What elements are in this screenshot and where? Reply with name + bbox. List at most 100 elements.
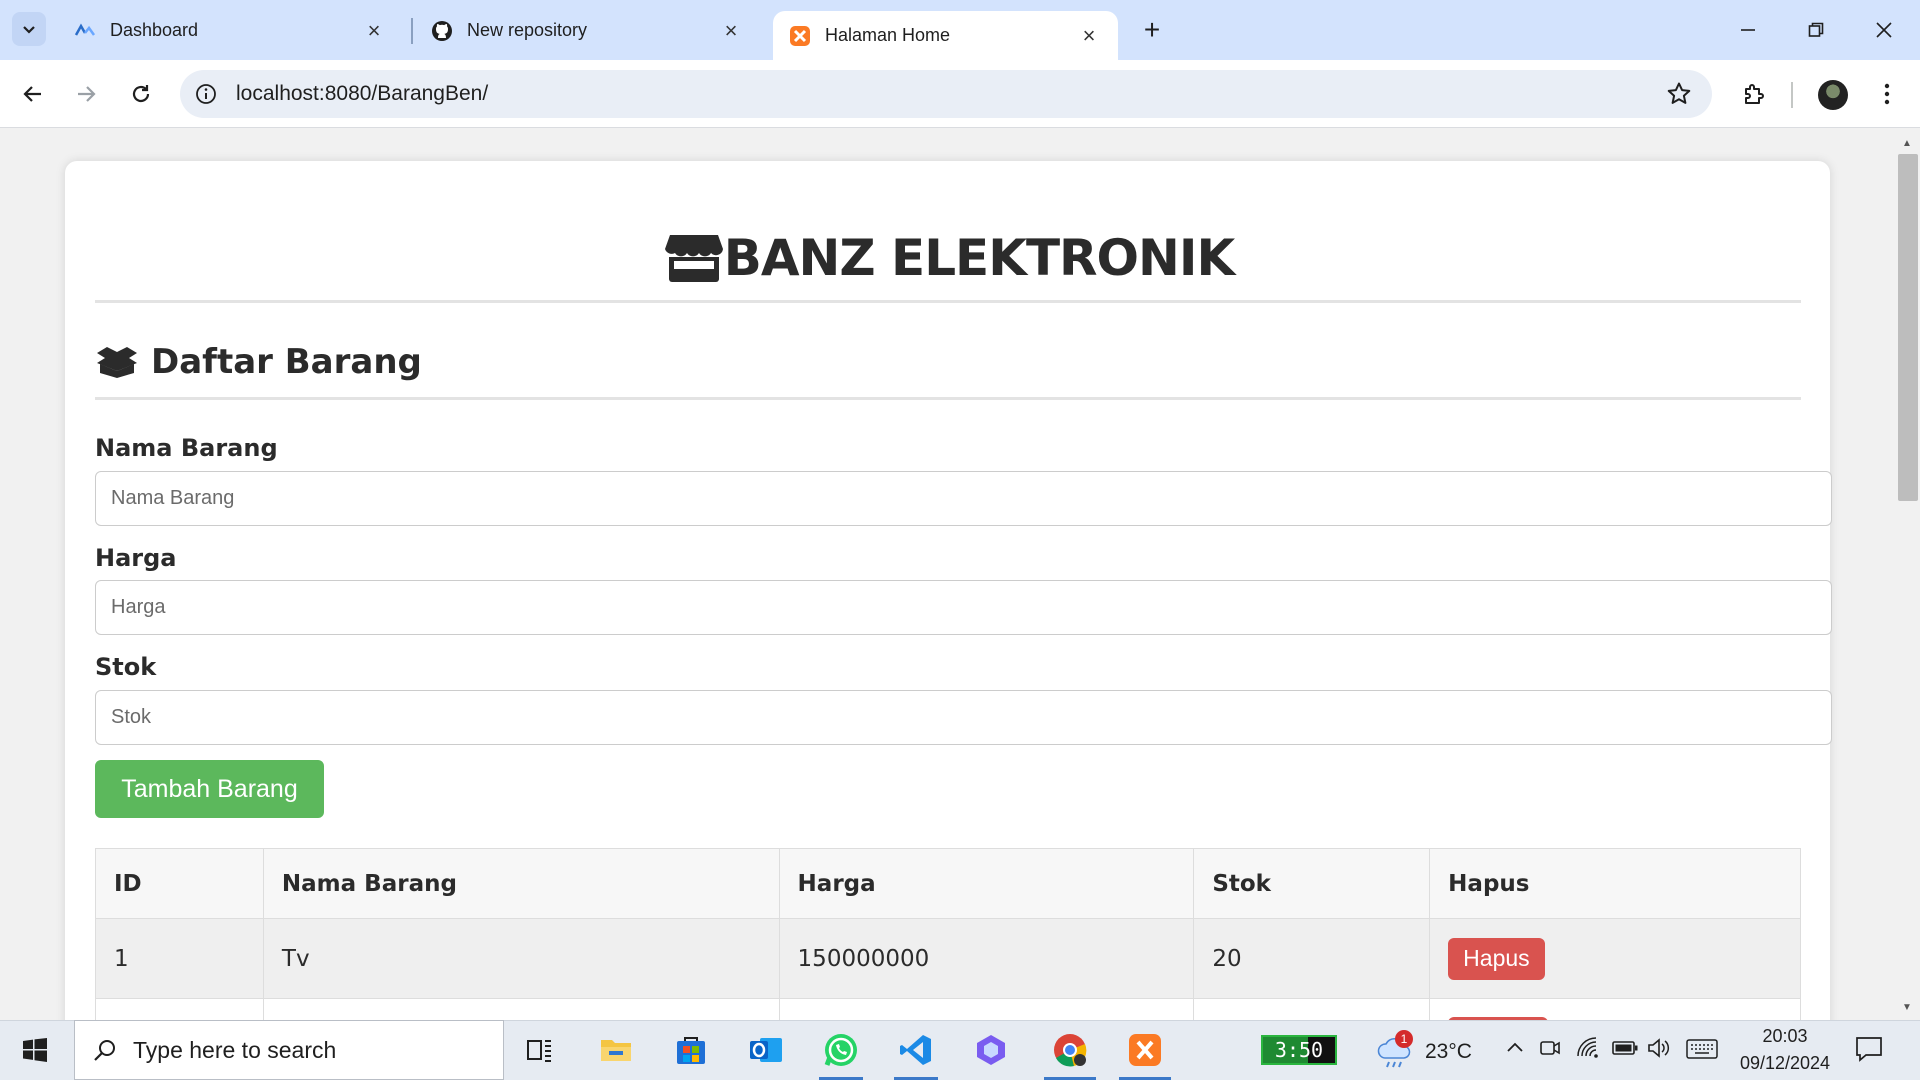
chrome-button[interactable] xyxy=(1036,1020,1104,1080)
copilot-icon xyxy=(977,1035,1005,1065)
reload-icon xyxy=(132,85,150,103)
table-header-row: ID Nama Barang Harga Stok Hapus xyxy=(95,848,1801,919)
delete-button[interactable]: Hapus xyxy=(1448,937,1545,980)
tab-search-button[interactable] xyxy=(12,12,46,46)
puzzle-icon xyxy=(1745,84,1764,104)
section-title: Daftar Barang xyxy=(151,342,422,382)
reload-button[interactable] xyxy=(121,74,161,114)
url-text[interactable]: localhost:8080/BarangBen/ xyxy=(236,82,488,106)
page-title: BANZ ELEKTRONIK xyxy=(723,229,1236,287)
close-tab-icon[interactable]: × xyxy=(361,18,387,44)
scrollbar-thumb[interactable] xyxy=(1898,154,1918,501)
folder-icon xyxy=(601,1040,631,1061)
cell-name: Tv xyxy=(262,918,780,999)
weather-badge: 1 xyxy=(1395,1030,1413,1048)
column-header-delete: Hapus xyxy=(1429,848,1801,919)
close-tab-icon[interactable]: × xyxy=(718,18,744,44)
microsoft-store-icon xyxy=(677,1037,705,1064)
dashboard-favicon xyxy=(74,20,96,42)
task-view-button[interactable] xyxy=(510,1020,570,1080)
copilot-button[interactable] xyxy=(961,1020,1021,1080)
cell-price: 150000000 xyxy=(778,918,1195,999)
meet-now-icon[interactable] xyxy=(1538,1036,1562,1065)
bookmark-star-icon[interactable] xyxy=(1666,81,1692,107)
xampp-icon xyxy=(1129,1034,1161,1066)
file-explorer-button[interactable] xyxy=(586,1020,646,1080)
tab-title: New repository xyxy=(467,20,588,40)
timer-text: 3:50 xyxy=(1274,1038,1324,1062)
outlook-button[interactable] xyxy=(736,1020,796,1080)
start-button[interactable] xyxy=(5,1020,65,1080)
wifi-icon[interactable] xyxy=(1576,1036,1602,1065)
battery-icon[interactable] xyxy=(1612,1040,1638,1061)
whatsapp-button[interactable] xyxy=(811,1020,871,1080)
arrow-right-icon xyxy=(78,86,96,102)
scroll-up-arrow[interactable]: ▲ xyxy=(1902,138,1912,149)
xampp-button[interactable] xyxy=(1111,1020,1179,1080)
close-window-button[interactable] xyxy=(1850,0,1918,60)
browser-menu-button[interactable] xyxy=(1867,74,1907,114)
stock-label: Stok xyxy=(95,653,157,681)
minimize-button[interactable] xyxy=(1714,0,1782,60)
timer-widget[interactable]: 3:50 xyxy=(1261,1035,1337,1065)
restore-button[interactable] xyxy=(1782,0,1850,60)
name-label: Nama Barang xyxy=(95,434,278,462)
temperature: 23°C xyxy=(1425,1040,1472,1063)
tab-dashboard[interactable]: Dashboard × xyxy=(58,6,403,55)
keyboard-icon[interactable] xyxy=(1686,1039,1718,1064)
extensions-button[interactable] xyxy=(1734,74,1774,114)
search-icon xyxy=(94,1040,115,1061)
vscode-button[interactable] xyxy=(886,1020,946,1080)
stock-input[interactable] xyxy=(95,690,1832,745)
cell-id: 1 xyxy=(95,918,264,999)
tab-strip: Dashboard × New repository × Halaman Hom… xyxy=(0,0,1920,60)
header-divider xyxy=(95,300,1801,303)
tab-halaman-home[interactable]: Halaman Home × xyxy=(773,11,1118,60)
table-row: 1 Tv 150000000 20 Hapus xyxy=(95,918,1801,999)
chevron-down-icon xyxy=(23,26,35,34)
price-input[interactable] xyxy=(95,580,1832,635)
chrome-icon xyxy=(1054,1034,1087,1067)
page-header: BANZ ELEKTRONIK xyxy=(0,227,1898,289)
new-tab-button[interactable]: + xyxy=(1135,13,1169,47)
column-header-id: ID xyxy=(95,848,264,919)
tab-new-repository[interactable]: New repository × xyxy=(415,6,760,55)
store-button[interactable] xyxy=(661,1020,721,1080)
close-tab-icon[interactable]: × xyxy=(1076,23,1102,49)
vscode-icon xyxy=(900,1035,931,1065)
column-header-price: Harga xyxy=(778,848,1195,919)
site-info-icon[interactable] xyxy=(195,83,217,105)
close-icon xyxy=(1876,22,1892,38)
store-icon xyxy=(664,235,723,282)
outlook-icon xyxy=(750,1038,782,1062)
notification-button[interactable] xyxy=(1855,1036,1883,1067)
forward-button[interactable] xyxy=(66,74,106,114)
tab-title: Halaman Home xyxy=(825,25,951,45)
xampp-icon xyxy=(789,25,811,47)
restore-icon xyxy=(1808,22,1824,37)
more-vertical-icon xyxy=(1884,83,1890,105)
section-divider xyxy=(95,397,1801,400)
column-header-stock: Stok xyxy=(1193,848,1431,919)
tab-title: Dashboard xyxy=(110,20,199,40)
tab-divider xyxy=(411,18,413,44)
avatar[interactable] xyxy=(1818,80,1848,110)
weather-widget[interactable]: 1 xyxy=(1375,1030,1425,1070)
add-item-button[interactable]: Tambah Barang xyxy=(95,760,324,818)
task-view-icon xyxy=(527,1040,551,1062)
clock-date[interactable]: 09/12/2024 xyxy=(1735,1053,1835,1074)
name-input[interactable] xyxy=(95,471,1832,526)
back-button[interactable] xyxy=(13,74,53,114)
scroll-down-arrow[interactable]: ▼ xyxy=(1902,1002,1912,1013)
box-open-icon xyxy=(97,347,137,378)
price-label: Harga xyxy=(95,544,177,572)
section-header: Daftar Barang xyxy=(95,340,422,384)
search-placeholder: Type here to search xyxy=(133,1036,337,1063)
volume-icon[interactable] xyxy=(1646,1036,1672,1065)
taskbar-search[interactable]: Type here to search xyxy=(74,1020,504,1080)
windows-icon xyxy=(23,1038,47,1062)
column-header-name: Nama Barang xyxy=(262,848,780,919)
clock-time[interactable]: 20:03 xyxy=(1735,1026,1835,1047)
minimize-icon xyxy=(1741,29,1755,31)
chevron-up-icon[interactable] xyxy=(1505,1038,1525,1064)
